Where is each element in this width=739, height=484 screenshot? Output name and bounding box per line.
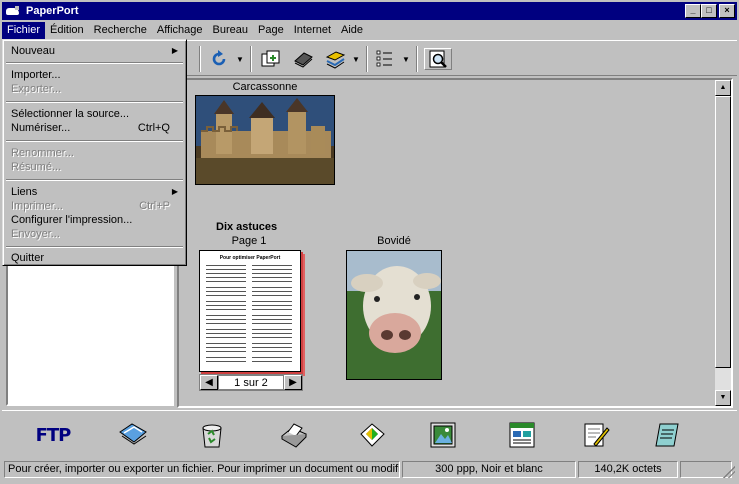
close-button[interactable]: × bbox=[719, 4, 735, 18]
rotate-dropdown-icon[interactable]: ▼ bbox=[236, 55, 244, 64]
menu-item-importer[interactable]: Importer... bbox=[5, 68, 184, 82]
sort-list-icon[interactable] bbox=[372, 48, 398, 70]
shortcut-label: Ctrl+Q bbox=[137, 122, 170, 134]
menu-item-configurer-impression[interactable]: Configurer l'impression... bbox=[5, 213, 184, 227]
scan-sender-icon[interactable] bbox=[115, 419, 149, 451]
carcassonne-label: Carcassonne bbox=[232, 81, 298, 93]
menu-item-imprimer[interactable]: Imprimer... Ctrl+P bbox=[5, 199, 184, 213]
title-bar[interactable]: PaperPort _ □ × bbox=[2, 2, 737, 20]
menu-fichier[interactable]: Fichier bbox=[2, 21, 46, 39]
image-viewer-icon[interactable] bbox=[426, 419, 460, 451]
menu-bar: Fichier Édition Recherche Affichage Bure… bbox=[2, 21, 368, 39]
scroll-down-button[interactable]: ▼ bbox=[715, 390, 731, 406]
stack-icon[interactable] bbox=[290, 48, 316, 70]
bovide-label: Bovidé bbox=[377, 235, 411, 247]
menu-affichage[interactable]: Affichage bbox=[152, 22, 208, 39]
menu-item-renommer[interactable]: Renommer... bbox=[5, 146, 184, 160]
maximize-button[interactable]: □ bbox=[701, 4, 717, 18]
doc-page-label: Page 1 bbox=[231, 235, 267, 247]
menu-item-liens[interactable]: Liens ▶ bbox=[5, 185, 184, 199]
carcassonne-thumbnail[interactable] bbox=[195, 95, 335, 185]
notepad-icon[interactable] bbox=[578, 419, 612, 451]
menu-separator bbox=[6, 140, 183, 142]
next-page-button[interactable]: ▶ bbox=[284, 375, 302, 390]
menu-edition[interactable]: Édition bbox=[45, 22, 89, 39]
page-counter: 1 sur 2 bbox=[218, 375, 284, 390]
new-page-icon[interactable] bbox=[258, 48, 284, 70]
menu-item-numeriser[interactable]: Numériser... Ctrl+Q bbox=[5, 121, 184, 135]
menu-item-selectionner-source[interactable]: Sélectionner la source... bbox=[5, 107, 184, 121]
minimize-button[interactable]: _ bbox=[685, 4, 701, 18]
menu-separator bbox=[6, 62, 183, 64]
menu-internet[interactable]: Internet bbox=[289, 22, 336, 39]
scroll-thumb[interactable] bbox=[715, 96, 731, 368]
menu-separator bbox=[6, 101, 183, 103]
menu-separator bbox=[6, 179, 183, 181]
menu-item-quitter[interactable]: Quitter bbox=[5, 251, 184, 265]
menu-recherche[interactable]: Recherche bbox=[89, 22, 152, 39]
window-title: PaperPort bbox=[26, 5, 79, 17]
unstack-icon[interactable] bbox=[322, 48, 348, 70]
stack-dropdown-icon[interactable]: ▼ bbox=[352, 55, 360, 64]
document-thumbnail[interactable]: Pour optimiser PaperPort bbox=[199, 250, 301, 372]
shortcut-label: Ctrl+P bbox=[139, 200, 170, 212]
menu-item-envoyer[interactable]: Envoyer... bbox=[5, 227, 184, 241]
ftp-label: FTP bbox=[35, 424, 72, 446]
file-menu-dropdown: Nouveau ▶ Importer... Exporter... Sélecti… bbox=[2, 39, 187, 266]
status-bar: Pour créer, importer ou exporter un fich… bbox=[2, 460, 737, 480]
rotate-icon[interactable] bbox=[207, 48, 231, 70]
app-window: PaperPort _ □ × Fichier Édition Recherch… bbox=[0, 0, 739, 484]
window-controls: _ □ × bbox=[685, 4, 735, 18]
vertical-scrollbar[interactable]: ▲ ▼ bbox=[715, 80, 731, 406]
ftp-icon[interactable]: FTP bbox=[35, 419, 72, 451]
menu-item-nouveau[interactable]: Nouveau ▶ bbox=[5, 44, 184, 58]
desktop-view[interactable]: Carcassonne Dix astuces Page 1 Pour opti… bbox=[177, 78, 733, 408]
find-icon[interactable] bbox=[424, 48, 452, 70]
scroll-up-button[interactable]: ▲ bbox=[715, 80, 731, 96]
menu-page[interactable]: Page bbox=[253, 22, 289, 39]
note-sender-icon[interactable] bbox=[650, 419, 684, 451]
bovide-thumbnail[interactable] bbox=[346, 250, 442, 380]
sort-dropdown-icon[interactable]: ▼ bbox=[402, 55, 410, 64]
menu-separator bbox=[6, 246, 183, 248]
doc-title: Dix astuces bbox=[216, 221, 278, 233]
submenu-arrow-icon: ▶ bbox=[171, 46, 178, 55]
submenu-arrow-icon: ▶ bbox=[171, 187, 178, 196]
web-publisher-icon[interactable] bbox=[505, 419, 539, 451]
toolbar-separator bbox=[416, 46, 418, 72]
status-resolution: 300 ppp, Noir et blanc bbox=[402, 461, 576, 478]
status-size: 140,2K octets bbox=[578, 461, 678, 478]
resize-grip-icon[interactable] bbox=[723, 466, 735, 478]
status-message: Pour créer, importer ou exporter un fich… bbox=[4, 461, 400, 478]
menu-item-exporter[interactable]: Exporter... bbox=[5, 82, 184, 96]
toolbar-separator bbox=[250, 46, 252, 72]
menu-aide[interactable]: Aide bbox=[336, 22, 368, 39]
paperport-app-icon[interactable] bbox=[6, 5, 22, 17]
recycle-bin-icon[interactable] bbox=[195, 419, 229, 451]
doc-thumbnail-heading: Pour optimiser PaperPort bbox=[219, 255, 281, 261]
send-to-bar: FTP bbox=[2, 410, 737, 458]
toolbar-separator bbox=[199, 46, 201, 72]
color-editor-icon[interactable] bbox=[355, 419, 389, 451]
menu-bureau[interactable]: Bureau bbox=[208, 22, 253, 39]
page-navigator: ◀ 1 sur 2 ▶ bbox=[199, 374, 303, 391]
prev-page-button[interactable]: ◀ bbox=[200, 375, 218, 390]
printer-icon[interactable] bbox=[276, 419, 310, 451]
menu-item-resume[interactable]: Résumé... bbox=[5, 160, 184, 174]
toolbar-separator bbox=[366, 46, 368, 72]
